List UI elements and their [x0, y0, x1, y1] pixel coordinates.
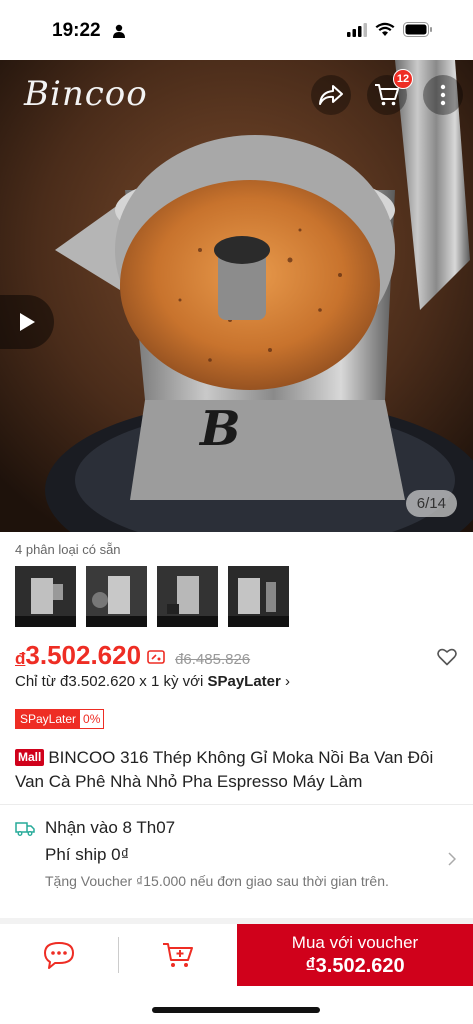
battery-icon: [403, 22, 433, 42]
person-icon: [112, 24, 126, 43]
home-indicator: [152, 1007, 320, 1013]
shipping-fee: Phí ship 0₫: [45, 845, 130, 864]
more-button[interactable]: [423, 75, 463, 115]
product-photo: B: [0, 60, 473, 532]
more-icon: [440, 84, 446, 106]
cart-count-badge: 12: [393, 69, 413, 89]
wifi-icon: [375, 22, 395, 42]
price-currency: đ: [15, 649, 26, 668]
share-button[interactable]: [311, 75, 351, 115]
spaylater-offer[interactable]: Chỉ từ đ3.502.620 x 1 kỳ với SPayLater ›: [15, 673, 290, 690]
product-title: BINCOO 316 Thép Không Gỉ Moka Nồi Ba Van…: [15, 748, 434, 791]
play-video-button[interactable]: [0, 295, 54, 349]
spaylater-tag-name: SPayLater: [16, 710, 81, 728]
price-value: 3.502.620: [25, 640, 142, 670]
shipping-voucher-note: Tặng Voucher ₫15.000 nếu đơn giao sau th…: [45, 873, 389, 889]
heart-icon: [437, 648, 457, 666]
variant-thumbnail[interactable]: [228, 566, 289, 627]
original-price: đ6.485.826: [175, 651, 251, 668]
share-icon: [319, 85, 343, 105]
chevron-right-icon: ›: [285, 673, 291, 690]
cart-button[interactable]: 12: [367, 69, 413, 115]
product-image-carousel[interactable]: B Bincoo 12 6/14: [0, 60, 473, 532]
signal-icon: [347, 22, 367, 42]
status-time: 19:22: [52, 20, 101, 41]
divider: [0, 804, 473, 805]
variants-label: 4 phân loại có sẵn: [15, 542, 121, 557]
chevron-right-icon: [448, 852, 457, 871]
variant-thumbnail[interactable]: [15, 566, 76, 627]
price-row: đ3.502.620 đ6.485.826: [15, 640, 250, 671]
buy-button-price: ₫3.502.620: [305, 954, 405, 977]
chat-button[interactable]: [0, 924, 118, 986]
discount-tag-icon: [147, 650, 165, 669]
brand-logo: Bincoo: [24, 74, 148, 114]
buy-button-label: Mua với voucher: [291, 932, 419, 952]
spaylater-offer-text: Chỉ từ đ3.502.620 x 1 kỳ với: [15, 673, 204, 690]
variant-list: [15, 566, 289, 627]
current-price: đ3.502.620: [15, 640, 141, 671]
spaylater-brand: SPayLater: [207, 673, 281, 690]
shipping-date: Nhận vào 8 Th07: [45, 818, 176, 837]
favorite-button[interactable]: [437, 648, 457, 671]
spaylater-tag-rate: 0%: [83, 712, 101, 726]
image-page-counter: 6/14: [405, 490, 457, 517]
truck-icon: [15, 822, 35, 841]
chat-icon: [44, 942, 74, 969]
variant-thumbnail[interactable]: [86, 566, 147, 627]
product-title-block: Mall BINCOO 316 Thép Không Gỉ Moka Nồi Ba…: [15, 746, 465, 794]
mall-badge: Mall: [15, 749, 45, 766]
play-icon: [20, 313, 35, 331]
svg-text:B: B: [198, 401, 241, 457]
add-to-cart-button[interactable]: [119, 924, 237, 986]
buy-with-voucher-button[interactable]: Mua với voucher ₫3.502.620: [237, 924, 473, 986]
spaylater-tag: SPayLater 0%: [15, 709, 105, 729]
bottom-action-bar: Mua với voucher ₫3.502.620: [0, 924, 473, 986]
add-to-cart-icon: [163, 943, 193, 967]
status-bar: 19:22: [0, 0, 473, 60]
shipping-section[interactable]: Nhận vào 8 Th07 Phí ship 0₫ Tặng Voucher…: [15, 818, 460, 910]
variant-thumbnail[interactable]: [157, 566, 218, 627]
